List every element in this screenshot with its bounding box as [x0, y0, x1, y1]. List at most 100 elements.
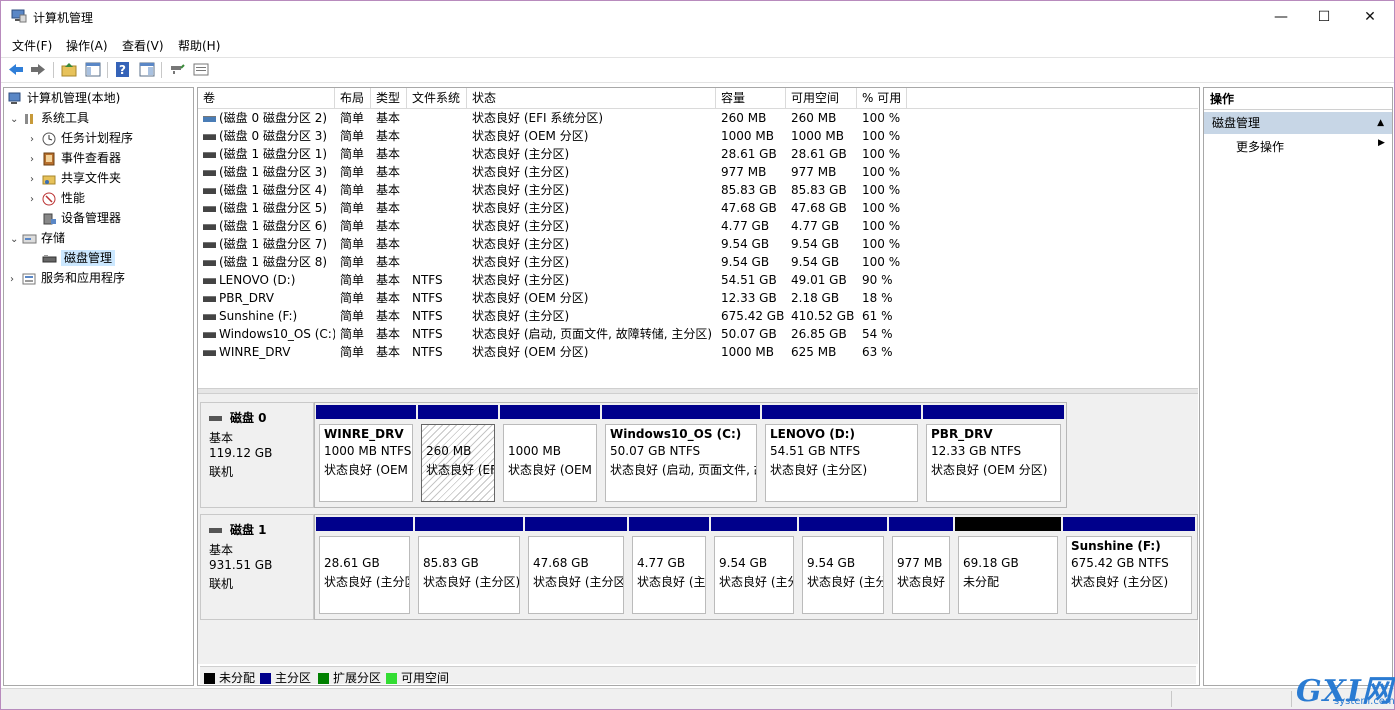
partition-block[interactable]: Windows10_OS (C:) 50.07 GB NTFS 状态良好 (启动, …: [602, 405, 760, 503]
cell-layout: 简单: [335, 109, 371, 127]
list-view-icon[interactable]: [192, 61, 210, 78]
up-folder-icon[interactable]: [60, 61, 78, 78]
table-row[interactable]: (磁盘 1 磁盘分区 5) 简单 基本 状态良好 (主分区) 47.68 GB 47.68…: [198, 199, 1198, 217]
tree-item-label: 存储: [41, 231, 66, 245]
column-header-volume[interactable]: 卷: [198, 88, 335, 108]
partition-block[interactable]: 9.54 GB 状态良好 (主分区): [799, 517, 887, 615]
partition-block[interactable]: 1000 MB 状态良好 (OEM: [500, 405, 600, 503]
tree-item-shared-folders[interactable]: › 共享文件夹: [30, 168, 121, 188]
tree-item-task-scheduler[interactable]: › 任务计划程序: [30, 128, 133, 148]
table-row[interactable]: (磁盘 1 磁盘分区 8) 简单 基本 状态良好 (主分区) 9.54 GB 9.54 G…: [198, 253, 1198, 271]
tree-item-services-apps[interactable]: › 服务和应用程序: [10, 268, 125, 288]
cell-text: 90 %: [862, 273, 893, 287]
expand-chevron-icon[interactable]: ›: [10, 270, 22, 290]
disk-management-pane: 卷 布局 类型 文件系统 状态 容量 可用空间 % 可用 (磁盘 0 磁盘分区 …: [197, 87, 1200, 686]
column-header-percent-free[interactable]: % 可用: [857, 88, 907, 108]
expand-chevron-icon[interactable]: ›: [30, 130, 42, 150]
toolbar-separator: [107, 62, 108, 78]
partition-size: 54.51 GB NTFS: [770, 444, 861, 458]
partition-title: Windows10_OS (C:): [610, 427, 742, 441]
cell-status: 状态良好 (主分区): [467, 235, 716, 253]
connect-icon[interactable]: [168, 61, 186, 78]
partition-block[interactable]: LENOVO (D:) 54.51 GB NTFS 状态良好 (主分区): [762, 405, 921, 503]
disk-1-info[interactable]: 磁盘 1 基本 931.51 GB 联机: [200, 514, 314, 620]
menu-action[interactable]: 操作(A): [66, 37, 108, 54]
column-header-free-space[interactable]: 可用空间: [786, 88, 857, 108]
tree-item-label: 磁盘管理: [61, 250, 116, 266]
table-row[interactable]: (磁盘 1 磁盘分区 4) 简单 基本 状态良好 (主分区) 85.83 GB 85.83…: [198, 181, 1198, 199]
menu-help[interactable]: 帮助(H): [178, 37, 220, 54]
expand-chevron-icon[interactable]: ›: [30, 190, 42, 210]
partition-block[interactable]: PBR_DRV 12.33 GB NTFS 状态良好 (OEM 分区): [923, 405, 1064, 503]
column-header-layout[interactable]: 布局: [335, 88, 371, 108]
collapse-triangle-icon[interactable]: ▲: [1377, 112, 1384, 134]
disk-kind: 基本: [209, 431, 234, 445]
column-header-status[interactable]: 状态: [467, 88, 716, 108]
tree-item-event-viewer[interactable]: › 事件查看器: [30, 148, 121, 168]
cell-percent-free: 100 %: [857, 199, 907, 217]
minimize-button[interactable]: —: [1258, 1, 1304, 33]
primary-partition-bar: [316, 517, 413, 531]
forward-arrow-icon[interactable]: [29, 61, 47, 78]
partition-body: WINRE_DRV 1000 MB NTFS 状态良好 (OEM: [319, 424, 413, 502]
cell-text: 61 %: [862, 309, 893, 323]
actions-section-disk-management[interactable]: 磁盘管理 ▲: [1204, 112, 1392, 134]
partition-block[interactable]: Sunshine (F:) 675.42 GB NTFS 状态良好 (主分区): [1063, 517, 1195, 615]
tree-item-performance[interactable]: › 性能: [30, 188, 85, 208]
cell-status: 状态良好 (主分区): [467, 163, 716, 181]
table-row[interactable]: LENOVO (D:) 简单 基本 NTFS 状态良好 (主分区) 54.51 GB 49.…: [198, 271, 1198, 289]
partition-block[interactable]: 260 MB 状态良好 (EF: [418, 405, 498, 503]
properties-pane-icon[interactable]: [138, 61, 156, 78]
tree-item-system-tools[interactable]: ⌄ 系统工具: [10, 108, 89, 128]
table-row[interactable]: (磁盘 1 磁盘分区 6) 简单 基本 状态良好 (主分区) 4.77 GB 4.77 G…: [198, 217, 1198, 235]
expand-chevron-icon[interactable]: ›: [30, 170, 42, 190]
close-button[interactable]: ✕: [1347, 1, 1393, 33]
table-row[interactable]: PBR_DRV 简单 基本 NTFS 状态良好 (OEM 分区) 12.33 GB 2.18…: [198, 289, 1198, 307]
expand-chevron-icon[interactable]: ›: [30, 150, 42, 170]
cell-text: 4.77 GB: [721, 219, 770, 233]
table-row[interactable]: Windows10_OS (C:) 简单 基本 NTFS 状态良好 (启动, 页面文件,…: [198, 325, 1198, 343]
tree-item-label: 共享文件夹: [61, 171, 122, 185]
cell-capacity: 1000 MB: [716, 343, 786, 361]
tree-item-computer-management[interactable]: 计算机管理(本地): [8, 88, 120, 108]
computer-management-icon: [11, 9, 27, 23]
table-row[interactable]: (磁盘 1 磁盘分区 1) 简单 基本 状态良好 (主分区) 28.61 GB 28.61…: [198, 145, 1198, 163]
menu-file[interactable]: 文件(F): [12, 37, 52, 54]
help-icon[interactable]: ?: [114, 61, 132, 78]
table-row[interactable]: WINRE_DRV 简单 基本 NTFS 状态良好 (OEM 分区) 1000 MB 625…: [198, 343, 1198, 361]
partition-block[interactable]: WINRE_DRV 1000 MB NTFS 状态良好 (OEM: [316, 405, 416, 503]
partition-block[interactable]: 69.18 GB 未分配: [955, 517, 1061, 615]
actions-section-label: 磁盘管理: [1212, 116, 1261, 130]
back-arrow-icon[interactable]: [7, 61, 25, 78]
cell-type: 基本: [371, 163, 407, 181]
partition-block[interactable]: 977 MB 状态良好: [889, 517, 953, 615]
show-hide-tree-icon[interactable]: [84, 61, 102, 78]
tree-item-device-manager[interactable]: 设备管理器: [42, 208, 121, 228]
partition-block[interactable]: 47.68 GB 状态良好 (主分区): [525, 517, 627, 615]
cell-text: LENOVO (D:): [219, 273, 296, 287]
tree-item-disk-management[interactable]: 磁盘管理: [42, 248, 116, 268]
more-actions-item[interactable]: 更多操作 ▶: [1236, 138, 1385, 155]
table-row[interactable]: (磁盘 1 磁盘分区 7) 简单 基本 状态良好 (主分区) 9.54 GB 9.54 G…: [198, 235, 1198, 253]
tree-item-storage[interactable]: ⌄ 存储: [10, 228, 65, 248]
table-row[interactable]: (磁盘 0 磁盘分区 2) 简单 基本 状态良好 (EFI 系统分区) 260 MB 26…: [198, 109, 1198, 127]
collapse-chevron-icon[interactable]: ⌄: [10, 230, 22, 250]
menu-view[interactable]: 查看(V): [122, 37, 164, 54]
column-header-capacity[interactable]: 容量: [716, 88, 786, 108]
partition-block[interactable]: 9.54 GB 状态良好 (主分区): [711, 517, 797, 615]
collapse-chevron-icon[interactable]: ⌄: [10, 110, 22, 130]
table-row[interactable]: (磁盘 0 磁盘分区 3) 简单 基本 状态良好 (OEM 分区) 1000 MB 100…: [198, 127, 1198, 145]
disk-1-partitions: 28.61 GB状态良好 (主分区)85.83 GB状态良好 (主分区)47.6…: [314, 514, 1198, 620]
column-header-filesystem[interactable]: 文件系统: [407, 88, 467, 108]
partition-body: Windows10_OS (C:) 50.07 GB NTFS 状态良好 (启动, …: [605, 424, 757, 502]
maximize-button[interactable]: ☐: [1301, 1, 1347, 33]
partition-block[interactable]: 4.77 GB 状态良好 (主分区): [629, 517, 709, 615]
table-row[interactable]: (磁盘 1 磁盘分区 3) 简单 基本 状态良好 (主分区) 977 MB 977 MB 1…: [198, 163, 1198, 181]
table-row[interactable]: Sunshine (F:) 简单 基本 NTFS 状态良好 (主分区) 675.42 GB…: [198, 307, 1198, 325]
cell-capacity: 1000 MB: [716, 127, 786, 145]
title-bar: 计算机管理 — ☐ ✕: [1, 1, 1394, 33]
partition-block[interactable]: 28.61 GB 状态良好 (主分区): [316, 517, 413, 615]
disk-0-info[interactable]: 磁盘 0 基本 119.12 GB 联机: [200, 402, 314, 508]
partition-block[interactable]: 85.83 GB 状态良好 (主分区): [415, 517, 523, 615]
column-header-type[interactable]: 类型: [371, 88, 407, 108]
